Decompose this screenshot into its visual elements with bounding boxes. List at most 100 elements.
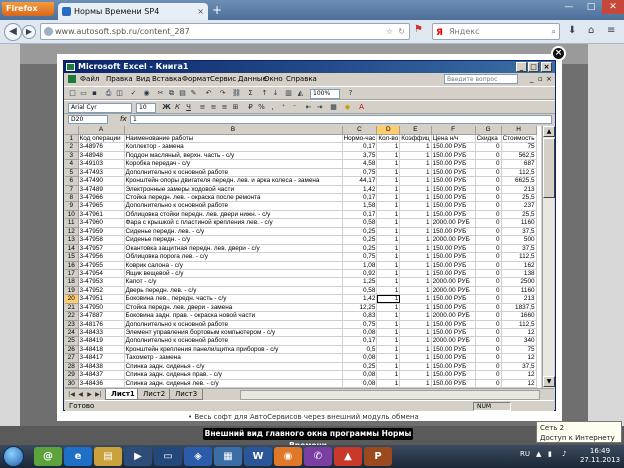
menu-restore-icon[interactable]: ▫ [538,73,543,86]
cell[interactable]: 1 [376,362,401,372]
browser-tab[interactable]: Нормы Времени SP4 × [58,3,208,20]
cell[interactable]: 0,25 [342,362,378,372]
cell[interactable]: Боковина лев., передн. часть - с/у [124,294,343,304]
cell[interactable]: 37,5 [501,244,537,254]
cell[interactable]: 1 [376,210,401,220]
row-header[interactable]: 18 [65,277,79,287]
sort-desc-icon[interactable]: ↓ [271,89,280,98]
column-header[interactable]: A [78,126,125,135]
network-icon[interactable]: ▮ [548,450,552,458]
cell[interactable]: 0,83 [342,311,378,321]
header-cell[interactable]: Нормо-час [342,134,378,144]
cell[interactable]: Стойка передн. лев. - окраска после ремо… [124,193,343,203]
cell[interactable]: 1,42 [342,185,378,195]
menu-window[interactable]: Окно [264,73,283,86]
help-icon[interactable]: ? [346,89,355,98]
cell[interactable]: 12 [501,370,537,380]
language-indicator[interactable]: RU [520,450,530,458]
cell[interactable]: 1 [399,269,432,279]
row-header[interactable]: 5 [65,168,79,178]
cell[interactable]: 3-48176 [78,320,125,330]
cell[interactable]: 3-47959 [78,227,125,237]
row-header[interactable]: 12 [65,227,79,237]
cell[interactable]: 3-47953 [78,277,125,287]
cell[interactable]: 1 [399,311,432,321]
cell[interactable]: 1 [399,362,432,372]
cell[interactable]: 3-47952 [78,286,125,296]
paste-icon[interactable]: ▤ [178,89,187,98]
taskbar-calc-icon[interactable]: ▦ [214,447,242,466]
row-header[interactable]: 27 [65,353,79,363]
fx-icon[interactable]: fx [120,115,127,123]
column-header[interactable]: F [431,126,476,135]
column-header[interactable]: E [399,126,432,135]
next-sheet-icon[interactable]: ▶ [85,390,94,399]
cell[interactable]: 1160 [501,286,537,296]
cell[interactable]: 0 [475,151,502,161]
row-header[interactable]: 25 [65,336,79,346]
cell[interactable]: 1 [399,235,432,245]
cell[interactable]: 0,08 [342,353,378,363]
cell[interactable]: Дополнительно к основной работе [124,336,343,346]
taskbar-viber-icon[interactable]: ✆ [304,447,332,466]
cell[interactable]: 340 [501,336,537,346]
horizontal-scrollbar[interactable] [240,390,540,400]
taskbar-ie-icon[interactable]: e [64,447,92,466]
row-header[interactable]: 1 [65,134,79,144]
cell[interactable]: 0,08 [342,328,378,338]
research-icon[interactable]: ◉ [142,89,151,98]
cell[interactable]: 1 [399,193,432,203]
font-size-select[interactable]: 10 [136,103,156,113]
cell[interactable]: 12,25 [342,303,378,313]
cell[interactable]: 1 [376,235,401,245]
cell[interactable]: 0 [475,252,502,262]
cell[interactable]: Кронштейн крепления панели/щитка приборо… [124,345,343,355]
merge-center-icon[interactable]: ⊞ [231,103,240,112]
align-left-icon[interactable]: ≡ [198,103,207,112]
cell[interactable]: Коллектор - замена [124,142,343,152]
spelling-icon[interactable]: ✓ [129,89,138,98]
row-header[interactable]: 17 [65,269,79,279]
row-header[interactable]: 22 [65,311,79,321]
cell[interactable]: 0,75 [342,168,378,178]
cell[interactable]: 25,5 [501,193,537,203]
sheet-tab-2[interactable]: Лист2 [137,389,172,400]
row-header[interactable]: 23 [65,320,79,330]
cell[interactable]: Тахометр - замена [124,353,343,363]
cell[interactable]: 0 [475,311,502,321]
cell[interactable]: 150.00 РУБ [431,261,476,270]
cell[interactable]: 1 [376,277,401,287]
cell[interactable]: 3-48436 [78,379,125,388]
cell[interactable]: 0 [475,235,502,245]
taskbar-media-icon[interactable]: ▶ [124,447,152,466]
cell[interactable]: 0 [475,142,502,152]
row-header[interactable]: 14 [65,244,79,254]
cell[interactable]: 1 [399,286,432,296]
format-painter-icon[interactable]: ✎ [189,89,198,98]
taskbar-mail-icon[interactable]: @ [34,447,62,466]
taskbar-explorer-icon[interactable]: ▤ [94,447,122,466]
cell[interactable]: 1,58 [342,201,378,211]
cell[interactable]: 150.00 РУБ [431,201,476,211]
vertical-scrollbar[interactable]: ▲ ▼ [542,126,555,388]
home-icon[interactable]: ⌂ [588,25,594,36]
cell[interactable]: Облицовка порога лев. - с/у [124,252,343,262]
menu-tools[interactable]: Сервис [210,73,236,86]
cell[interactable]: 1 [376,142,401,152]
cell[interactable]: 0 [475,168,502,178]
align-right-icon[interactable]: ≡ [220,103,229,112]
increase-decimal-icon[interactable]: ⁺ [279,103,288,112]
cell[interactable]: 0,17 [342,336,378,346]
header-cell[interactable]: Наименование работы [124,134,343,144]
cell[interactable]: 3-47489 [78,185,125,195]
cell[interactable]: Сиденье передн. лев. - с/у [124,227,343,237]
borders-icon[interactable]: ▦ [329,103,338,112]
cell[interactable]: 150.00 РУБ [431,168,476,178]
cell[interactable]: 1 [376,286,401,296]
zoom-select[interactable]: 100% [310,89,340,99]
cell[interactable]: 1 [399,303,432,313]
menu-file[interactable]: Файл [80,73,99,86]
cell[interactable]: 500 [501,235,537,245]
preview-icon[interactable]: ◫ [115,89,124,98]
cell[interactable]: 150.00 РУБ [431,176,476,186]
